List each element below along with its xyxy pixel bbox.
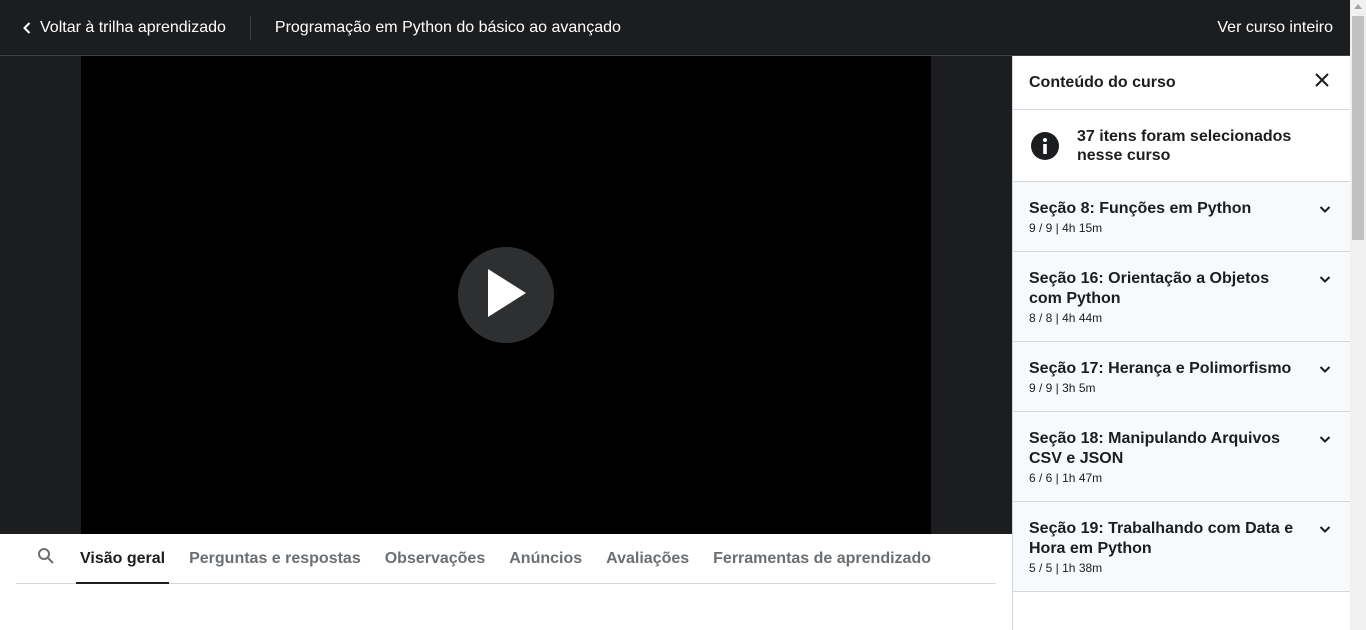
section-title: Seção 8: Funções em Python (1029, 200, 1252, 217)
chevron-down-icon (1318, 362, 1332, 376)
section-item[interactable]: Seção 17: Herança e Polimorfismo 9 / 9 |… (1013, 342, 1350, 412)
section-title: Seção 17: Herança e Polimorfismo (1029, 360, 1292, 377)
course-title: Programação em Python do básico ao avanç… (274, 18, 621, 36)
chevron-down-icon (1318, 432, 1332, 446)
search-tab[interactable] (16, 534, 76, 583)
tab-reviews[interactable]: Avaliações (602, 534, 693, 583)
chevron-down-icon (1318, 522, 1332, 536)
section-meta: 5 / 5 | 1h 38m (1029, 561, 1103, 575)
section-meta: 8 / 8 | 4h 44m (1029, 311, 1103, 325)
lecture-tabs: Visão geral Perguntas e respostas Observ… (16, 534, 996, 584)
section-item[interactable]: Seção 18: Manipulando Arquivos CSV e JSO… (1013, 412, 1350, 502)
scroll-up-arrow-icon[interactable] (1354, 4, 1362, 9)
close-sidebar-button[interactable] (1310, 71, 1334, 95)
section-meta: 6 / 6 | 1h 47m (1029, 471, 1103, 485)
selection-notice: 37 itens foram selecionados nesse curso (1013, 110, 1350, 182)
video-player-area (0, 56, 1012, 534)
section-meta: 9 / 9 | 3h 5m (1029, 381, 1096, 395)
sidebar-title: Conteúdo do curso (1029, 73, 1176, 91)
tab-questions-answers[interactable]: Perguntas e respostas (185, 534, 365, 583)
page-scrollbar[interactable] (1350, 0, 1366, 630)
tab-announcements[interactable]: Anúncios (505, 534, 586, 583)
back-link-label: Voltar à trilha aprendizado (40, 18, 226, 36)
course-content-sidebar: Conteúdo do curso 37 itens foram selecio… (1012, 56, 1350, 630)
chevron-down-icon (1318, 202, 1332, 216)
header-divider (249, 15, 251, 40)
section-item[interactable]: Seção 16: Orientação a Objetos com Pytho… (1013, 252, 1350, 342)
view-full-course-link[interactable]: Ver curso inteiro (1217, 0, 1333, 56)
video-player[interactable] (81, 56, 931, 534)
sidebar-header: Conteúdo do curso (1013, 56, 1350, 110)
section-title: Seção 18: Manipulando Arquivos CSV e JSO… (1029, 430, 1281, 467)
tab-overview[interactable]: Visão geral (76, 534, 170, 584)
chevron-down-icon (1318, 272, 1332, 286)
selection-notice-text: 37 itens foram selecionados nesse curso (1077, 127, 1292, 164)
top-bar: Voltar à trilha aprendizado Programação … (0, 0, 1350, 56)
section-item[interactable]: Seção 8: Funções em Python 9 / 9 | 4h 15… (1013, 182, 1350, 252)
tab-learning-tools[interactable]: Ferramentas de aprendizado (709, 534, 935, 583)
back-to-learning-path-link[interactable]: Voltar à trilha aprendizado (0, 0, 226, 55)
section-title: Seção 16: Orientação a Objetos com Pytho… (1029, 270, 1270, 307)
play-button[interactable] (458, 247, 554, 343)
info-icon (1031, 131, 1059, 160)
section-title: Seção 19: Trabalhando com Data e Hora em… (1029, 520, 1294, 557)
section-meta: 9 / 9 | 4h 15m (1029, 221, 1103, 235)
search-icon (37, 547, 55, 570)
play-icon (486, 268, 526, 322)
scrollbar-thumb[interactable] (1352, 16, 1364, 240)
tab-notes[interactable]: Observações (381, 534, 490, 583)
section-item[interactable]: Seção 19: Trabalhando com Data e Hora em… (1013, 502, 1350, 592)
close-icon (1315, 73, 1329, 92)
chevron-left-icon (20, 21, 34, 35)
